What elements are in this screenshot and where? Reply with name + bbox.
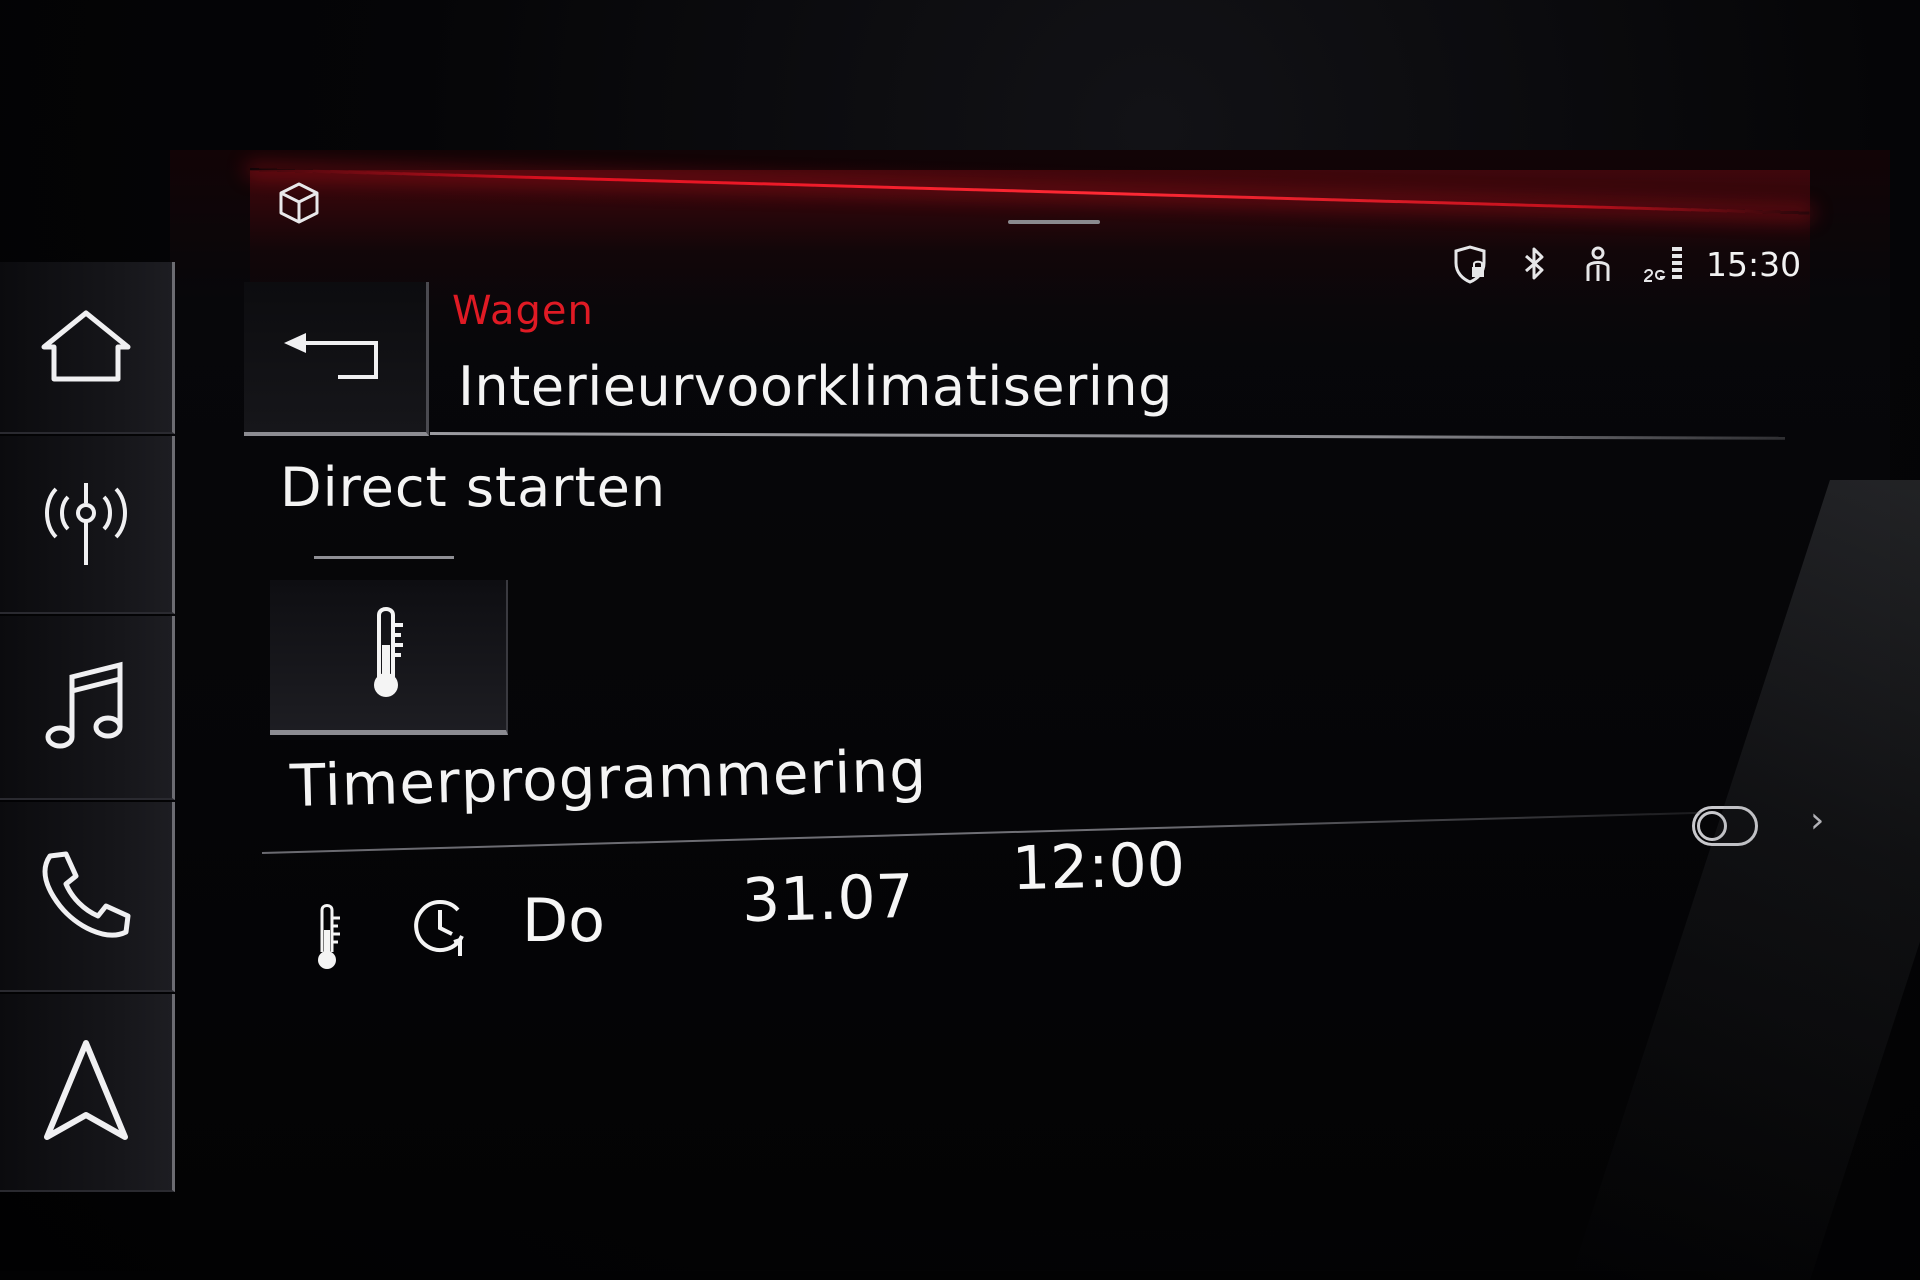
timer-time: 12:00 (1011, 829, 1186, 905)
section-direct-start-heading: Direct starten (280, 456, 667, 519)
timer-entry-row[interactable]: Do 31.07 12:00 (310, 830, 1210, 970)
sidebar-item-navigation[interactable] (0, 994, 175, 1192)
home-icon (41, 310, 131, 382)
radio-antenna-icon (45, 483, 127, 565)
signal-2g-icon (1644, 247, 1682, 282)
navigation-arrow-icon (44, 1040, 128, 1140)
thermometer-icon (374, 607, 403, 697)
direct-start-button[interactable] (270, 580, 508, 735)
cube-icon[interactable] (276, 180, 322, 226)
sidebar-item-media[interactable] (0, 616, 175, 800)
pull-down-handle[interactable] (1008, 220, 1100, 224)
status-clock: 15:30 (1706, 244, 1802, 284)
phone-icon (42, 851, 131, 938)
shield-lock-icon (1454, 245, 1486, 284)
tile-top-line (314, 556, 454, 559)
back-arrow-icon (284, 333, 378, 379)
page-title: Interieurvoorklimatisering (458, 355, 1173, 418)
breadcrumb: Wagen (452, 288, 594, 334)
music-note-icon (45, 661, 123, 749)
sidebar-item-home[interactable] (0, 262, 175, 434)
back-button[interactable] (244, 282, 429, 436)
timer-day: Do (522, 886, 605, 956)
bluetooth-icon (1525, 247, 1544, 280)
thermometer-icon (318, 904, 340, 969)
timer-date: 31.07 (741, 861, 915, 937)
status-bar: 15:30 (1450, 234, 1870, 294)
sidebar-item-radio[interactable] (0, 436, 175, 614)
sidebar-item-phone[interactable] (0, 802, 175, 992)
sidebar (0, 262, 196, 1192)
person-icon (1586, 246, 1610, 281)
clock-icon (414, 900, 464, 956)
